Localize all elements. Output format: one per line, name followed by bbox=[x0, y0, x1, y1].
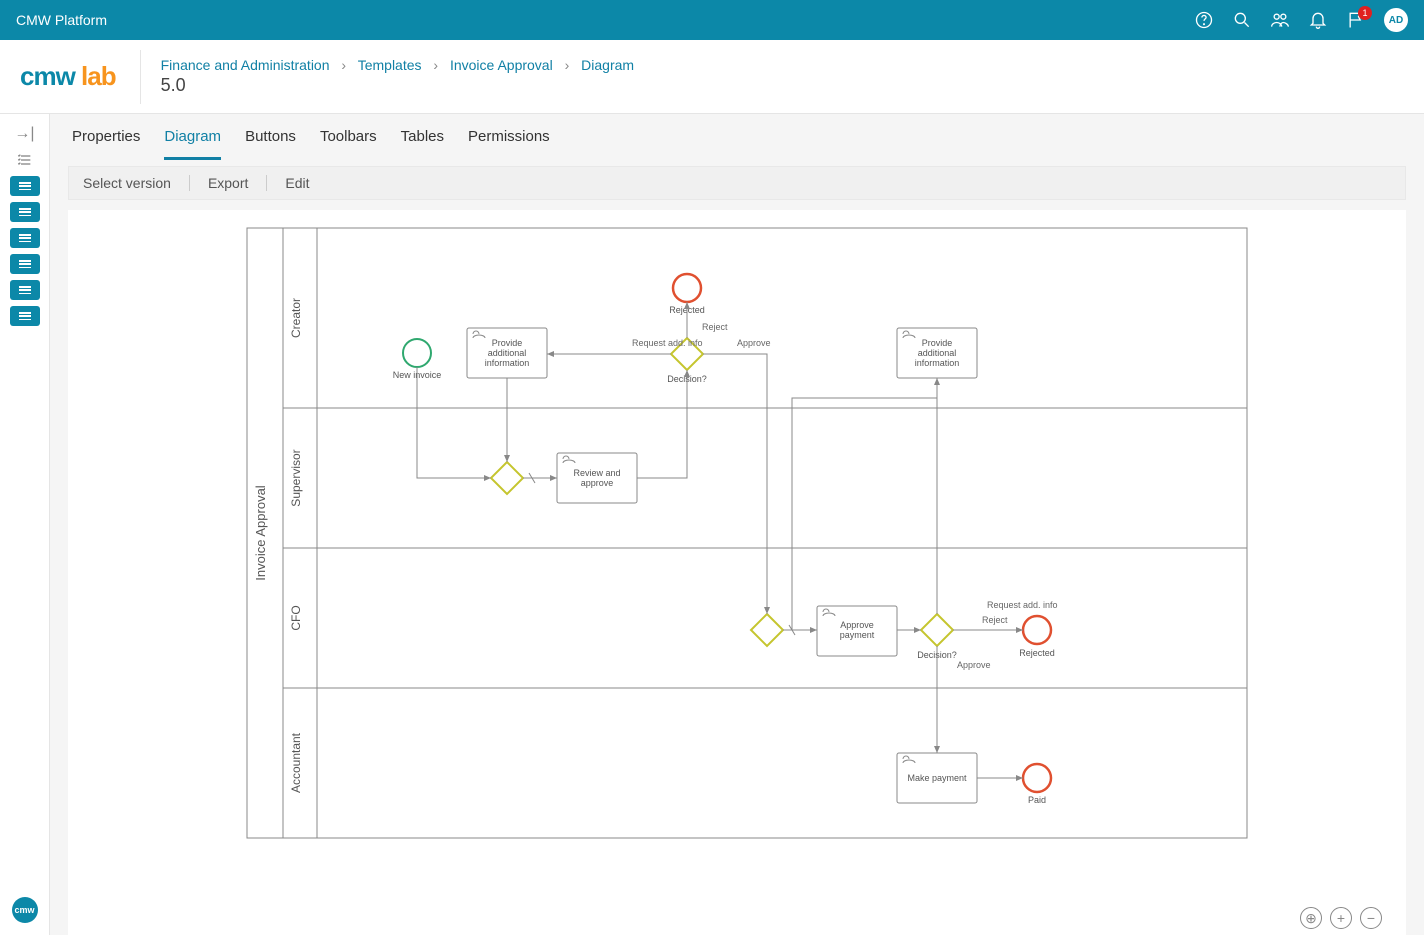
task-review-approve[interactable]: Review and approve bbox=[557, 453, 637, 503]
tab-properties[interactable]: Properties bbox=[72, 128, 140, 160]
expand-icon[interactable]: →| bbox=[15, 124, 35, 144]
chevron-right-icon: › bbox=[433, 57, 438, 73]
notification-badge: 1 bbox=[1358, 6, 1372, 20]
breadcrumb-item[interactable]: Templates bbox=[358, 57, 422, 73]
export-button[interactable]: Export bbox=[208, 175, 248, 191]
tab-permissions[interactable]: Permissions bbox=[468, 128, 550, 160]
breadcrumb-item[interactable]: Diagram bbox=[581, 57, 634, 73]
zoom-fit-button[interactable]: ⊕ bbox=[1300, 907, 1322, 929]
tab-buttons[interactable]: Buttons bbox=[245, 128, 296, 160]
edge-label: Request add. info bbox=[987, 600, 1058, 610]
end-event-label: Rejected bbox=[1019, 648, 1055, 658]
svg-text:additional: additional bbox=[488, 348, 527, 358]
breadcrumb: Finance and Administration › Templates ›… bbox=[161, 57, 634, 73]
sidebar-button[interactable] bbox=[10, 254, 40, 274]
toolbar: Select version Export Edit bbox=[68, 166, 1406, 200]
logo-part2: lab bbox=[81, 61, 116, 91]
edge-label: Approve bbox=[737, 338, 771, 348]
svg-text:approve: approve bbox=[581, 478, 614, 488]
svg-text:Review and: Review and bbox=[573, 468, 620, 478]
edge-label: Reject bbox=[702, 322, 728, 332]
chevron-right-icon: › bbox=[341, 57, 346, 73]
lane-label: Creator bbox=[289, 298, 303, 338]
topbar: CMW Platform 1 AD bbox=[0, 0, 1424, 40]
lane-label: CFO bbox=[289, 605, 303, 630]
logo: cmw lab bbox=[20, 61, 116, 92]
svg-text:information: information bbox=[485, 358, 530, 368]
edge-label: Approve bbox=[957, 660, 991, 670]
pool bbox=[247, 228, 1247, 838]
breadcrumb-item[interactable]: Invoice Approval bbox=[450, 57, 553, 73]
end-event-rejected-1[interactable] bbox=[673, 274, 701, 302]
help-icon[interactable] bbox=[1194, 10, 1214, 30]
task-make-payment[interactable]: Make payment bbox=[897, 753, 977, 803]
chevron-right-icon: › bbox=[565, 57, 570, 73]
lane-label: Supervisor bbox=[289, 449, 303, 506]
zoom-in-button[interactable]: + bbox=[1330, 907, 1352, 929]
task-provide-info-1[interactable]: Provide additional information bbox=[467, 328, 547, 378]
sidebar-button[interactable] bbox=[10, 202, 40, 222]
edge-label: Request add. info bbox=[632, 338, 703, 348]
diagram-canvas[interactable]: Invoice Approval Creator Supervisor CFO … bbox=[68, 210, 1406, 935]
sidebar-button[interactable] bbox=[10, 306, 40, 326]
sidebar-button[interactable] bbox=[10, 280, 40, 300]
main-panel: Properties Diagram Buttons Toolbars Tabl… bbox=[50, 114, 1424, 935]
svg-text:Provide: Provide bbox=[492, 338, 523, 348]
topbar-icons: 1 AD bbox=[1194, 8, 1408, 32]
task-provide-info-2[interactable]: Provide additional information bbox=[897, 328, 977, 378]
search-icon[interactable] bbox=[1232, 10, 1252, 30]
breadcrumb-item[interactable]: Finance and Administration bbox=[161, 57, 330, 73]
cmw-badge[interactable]: cmw bbox=[12, 897, 38, 923]
version: 5.0 bbox=[161, 75, 634, 96]
task-approve-payment[interactable]: Approve payment bbox=[817, 606, 897, 656]
zoom-controls: ⊕ + − bbox=[1300, 907, 1382, 929]
edge-label: Reject bbox=[982, 615, 1008, 625]
svg-text:additional: additional bbox=[918, 348, 957, 358]
zoom-out-button[interactable]: − bbox=[1360, 907, 1382, 929]
start-event[interactable] bbox=[403, 339, 431, 367]
tab-diagram[interactable]: Diagram bbox=[164, 128, 221, 160]
list-icon[interactable] bbox=[15, 150, 35, 170]
sidebar-button[interactable] bbox=[10, 228, 40, 248]
tabs: Properties Diagram Buttons Toolbars Tabl… bbox=[68, 114, 1406, 160]
avatar[interactable]: AD bbox=[1384, 8, 1408, 32]
select-version-button[interactable]: Select version bbox=[83, 175, 171, 191]
svg-text:Approve: Approve bbox=[840, 620, 874, 630]
svg-text:Provide: Provide bbox=[922, 338, 953, 348]
bell-icon[interactable] bbox=[1308, 10, 1328, 30]
logo-part1: cmw bbox=[20, 61, 75, 91]
divider bbox=[266, 175, 267, 191]
svg-text:payment: payment bbox=[840, 630, 875, 640]
divider bbox=[189, 175, 190, 191]
flag-icon[interactable]: 1 bbox=[1346, 10, 1366, 30]
people-icon[interactable] bbox=[1270, 10, 1290, 30]
end-event-paid[interactable] bbox=[1023, 764, 1051, 792]
end-event-rejected-2[interactable] bbox=[1023, 616, 1051, 644]
svg-text:information: information bbox=[915, 358, 960, 368]
tab-tables[interactable]: Tables bbox=[401, 128, 444, 160]
svg-text:Make payment: Make payment bbox=[907, 773, 967, 783]
pool-label: Invoice Approval bbox=[253, 485, 268, 581]
edit-button[interactable]: Edit bbox=[285, 175, 309, 191]
app-title: CMW Platform bbox=[16, 12, 107, 28]
header: cmw lab Finance and Administration › Tem… bbox=[0, 40, 1424, 114]
tab-toolbars[interactable]: Toolbars bbox=[320, 128, 377, 160]
sidebar-button[interactable] bbox=[10, 176, 40, 196]
lane-label: Accountant bbox=[289, 732, 303, 793]
end-event-label: Paid bbox=[1028, 795, 1046, 805]
left-sidebar: →| cmw bbox=[0, 114, 50, 935]
